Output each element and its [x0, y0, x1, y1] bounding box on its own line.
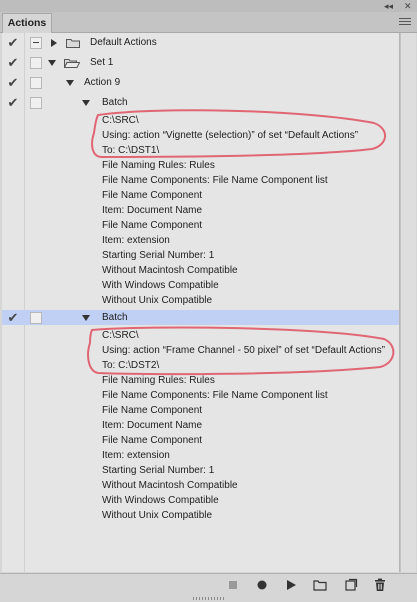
- collapse-triangle-icon[interactable]: [82, 100, 90, 106]
- detail-line: Without Macintosh Compatible: [102, 480, 238, 491]
- dialog-toggle-box[interactable]: [30, 77, 42, 89]
- detail-line: File Name Components: File Name Componen…: [102, 390, 328, 401]
- detail-line: Without Macintosh Compatible: [102, 265, 238, 276]
- detail-line: Using: action “Frame Channel - 50 pixel”…: [102, 345, 385, 356]
- panel-top-strip: ◂◂ ✕: [0, 0, 417, 12]
- folder-icon: [66, 39, 80, 48]
- detail-line: Item: extension: [102, 235, 170, 246]
- list-item-batch-2[interactable]: ✔ Batch: [2, 310, 399, 325]
- tab-bar: Actions: [0, 12, 417, 33]
- minus-icon: [33, 42, 39, 43]
- actions-toolbar: [0, 573, 417, 596]
- detail-line: File Name Component: [102, 405, 203, 416]
- toggle-check-icon[interactable]: ✔: [7, 35, 19, 50]
- dialog-toggle-box[interactable]: [30, 57, 42, 69]
- detail-line: File Naming Rules: Rules: [102, 160, 215, 171]
- action-label: Action 9: [84, 77, 121, 88]
- detail-line: Item: Document Name: [102, 205, 203, 216]
- scrollbar[interactable]: [400, 33, 416, 572]
- detail-line: File Name Component: [102, 435, 203, 446]
- detail-line: C:\SRC\: [102, 330, 139, 341]
- detail-line: C:\SRC\: [102, 115, 139, 126]
- dialog-toggle-box[interactable]: [30, 312, 42, 324]
- command-label: Batch: [102, 97, 128, 108]
- panel-menu-icon[interactable]: [399, 16, 411, 28]
- list-item-default-actions[interactable]: ✔ Default Actions: [2, 35, 399, 50]
- collapse-triangle-icon[interactable]: [48, 60, 56, 66]
- toggle-check-icon[interactable]: ✔: [7, 95, 19, 110]
- detail-line: To: C:\DST2\: [102, 360, 160, 371]
- toggle-check-icon[interactable]: ✔: [7, 55, 19, 70]
- resize-grip[interactable]: [193, 595, 225, 601]
- list-item-action-9[interactable]: ✔ Action 9: [2, 75, 399, 90]
- detail-line: Item: extension: [102, 450, 170, 461]
- collapse-triangle-icon[interactable]: [66, 80, 74, 86]
- command-label: Batch: [102, 312, 128, 323]
- collapse-triangle-icon[interactable]: [82, 315, 90, 321]
- detail-line: To: C:\DST1\: [102, 145, 160, 156]
- detail-line: File Name Components: File Name Componen…: [102, 175, 328, 186]
- list-item-set-1[interactable]: ✔ Set 1: [2, 55, 399, 70]
- close-icon[interactable]: ✕: [404, 0, 412, 12]
- list-item-batch-1[interactable]: ✔ Batch: [2, 95, 399, 110]
- detail-line: File Naming Rules: Rules: [102, 375, 215, 386]
- delete-icon[interactable]: [373, 578, 387, 592]
- detail-line: Without Unix Compatible: [102, 295, 213, 306]
- dialog-toggle-box[interactable]: [30, 97, 42, 109]
- tab-actions[interactable]: Actions: [2, 13, 52, 33]
- detail-line: Item: Document Name: [102, 420, 203, 431]
- play-icon[interactable]: [284, 578, 298, 592]
- actions-list: ✔ Default Actions ✔ Set 1 ✔ Action 9 ✔ B…: [2, 33, 400, 572]
- new-set-icon[interactable]: [313, 578, 327, 592]
- toggle-check-icon[interactable]: ✔: [7, 310, 19, 325]
- dialog-toggle-box[interactable]: [30, 37, 42, 49]
- new-action-icon[interactable]: [344, 578, 358, 592]
- detail-line: Starting Serial Number: 1: [102, 465, 215, 476]
- open-folder-icon: [64, 59, 80, 68]
- detail-line: File Name Component: [102, 190, 203, 201]
- set-label: Default Actions: [90, 37, 157, 48]
- stop-icon[interactable]: [226, 578, 240, 592]
- record-icon[interactable]: [255, 578, 269, 592]
- toggle-check-icon[interactable]: ✔: [7, 75, 19, 90]
- detail-line: With Windows Compatible: [102, 280, 219, 291]
- collapse-icon[interactable]: ◂◂: [384, 0, 393, 12]
- set-label: Set 1: [90, 57, 114, 68]
- detail-line: With Windows Compatible: [102, 495, 219, 506]
- detail-line: Without Unix Compatible: [102, 510, 213, 521]
- detail-line: File Name Component: [102, 220, 203, 231]
- expand-triangle-icon[interactable]: [51, 39, 57, 47]
- detail-line: Using: action “Vignette (selection)” of …: [102, 130, 359, 141]
- detail-line: Starting Serial Number: 1: [102, 250, 215, 261]
